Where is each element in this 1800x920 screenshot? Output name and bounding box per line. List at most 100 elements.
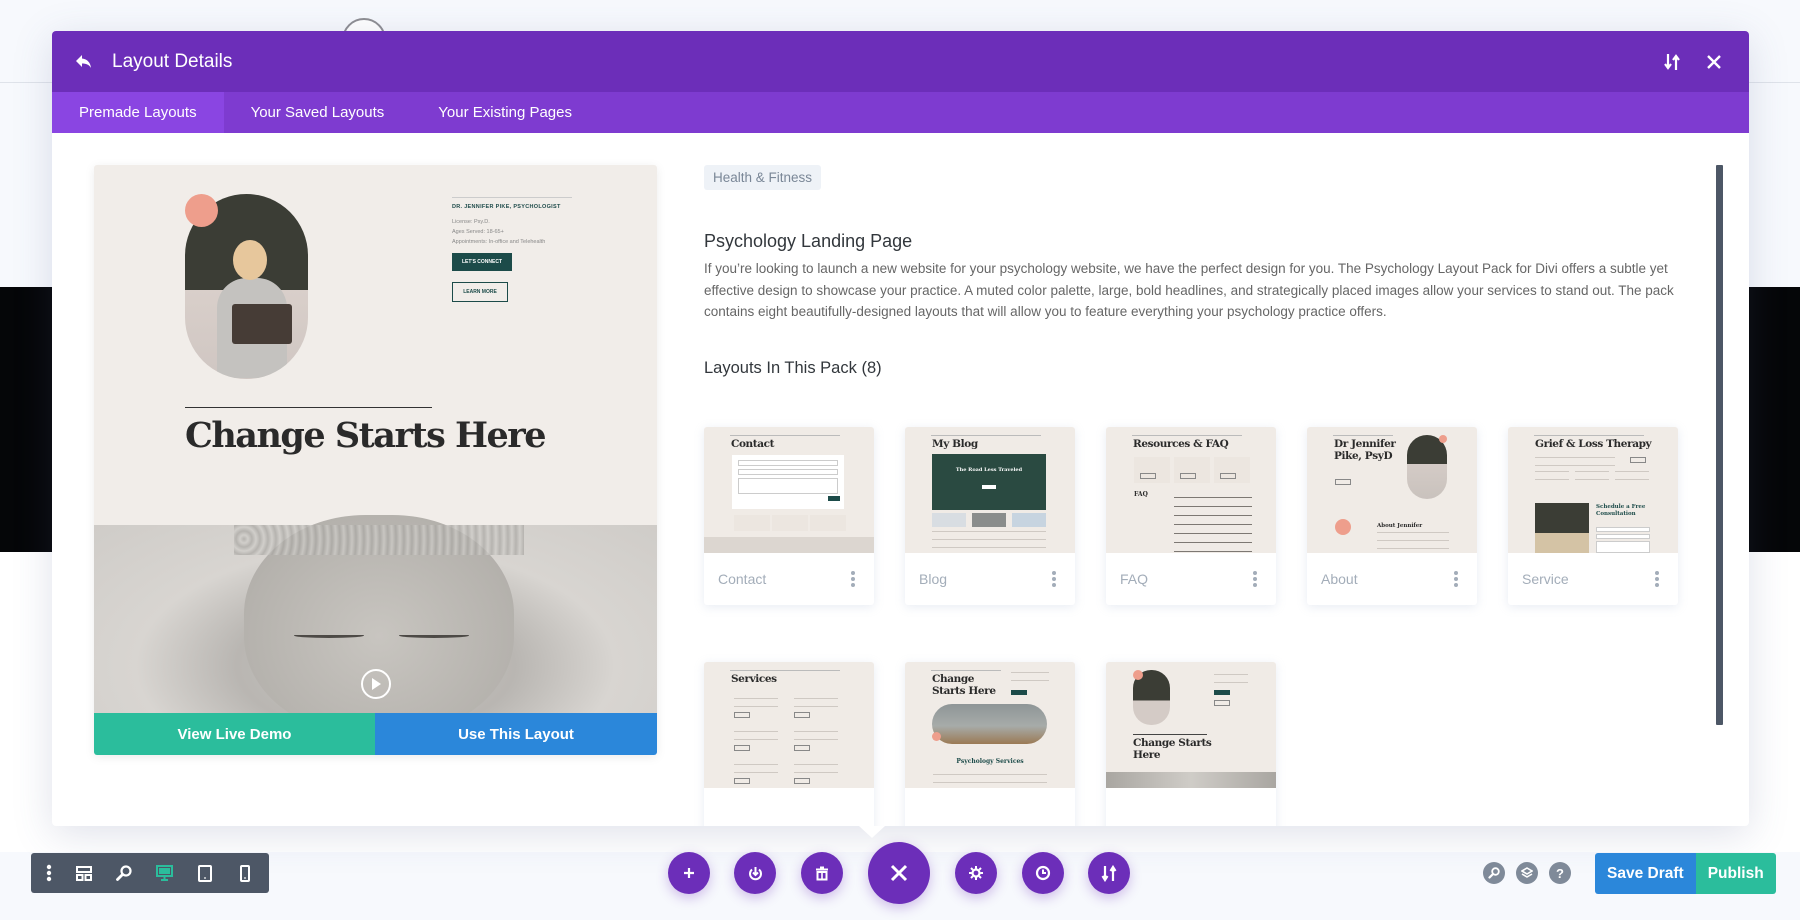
desktop-view-button[interactable] — [144, 853, 184, 893]
history-button[interactable] — [1022, 852, 1064, 894]
use-this-layout-button[interactable]: Use This Layout — [375, 713, 657, 755]
layout-thumbnail: Resources & FAQ FAQ — [1106, 427, 1276, 553]
portability-button[interactable] — [1657, 47, 1687, 77]
tab-existing-pages[interactable]: Your Existing Pages — [411, 92, 599, 133]
layout-details-modal: Layout Details Premade Layouts Your Save… — [52, 31, 1749, 826]
layout-thumbnail: Dr Jennifer Pike, PsyD About Jennifer — [1307, 427, 1477, 553]
layout-preview: Change Starts Here DR. JENNIFER PIKE, PS… — [94, 165, 657, 755]
history-icon — [1035, 865, 1051, 881]
wireframe-view-button[interactable] — [64, 853, 104, 893]
zoom-view-button[interactable] — [104, 853, 144, 893]
preview-rule — [185, 407, 432, 408]
layout-card-services[interactable]: Services — [704, 662, 874, 826]
layout-thumbnail: Change Starts Here Psychology Services — [905, 662, 1075, 788]
tab-premade-layouts[interactable]: Premade Layouts — [52, 92, 224, 133]
tab-saved-layouts[interactable]: Your Saved Layouts — [224, 92, 412, 133]
portability-icon — [1101, 864, 1117, 882]
layout-card-landing[interactable]: Change Starts Here — [1106, 662, 1276, 826]
more-vertical-icon — [47, 864, 52, 882]
phone-icon — [239, 864, 250, 882]
tablet-icon — [197, 864, 212, 882]
layout-description: If you’re looking to launch a new websit… — [704, 261, 1674, 319]
preview-statue-image — [94, 515, 657, 735]
zoom-icon — [116, 865, 132, 881]
settings-icon — [969, 866, 983, 880]
modal-pointer — [859, 826, 885, 838]
layout-card-home[interactable]: Change Starts Here Psychology Services — [905, 662, 1075, 826]
view-live-demo-button[interactable]: View Live Demo — [94, 713, 375, 755]
back-arrow-icon — [76, 54, 91, 68]
portability-toolbar-button[interactable] — [1088, 852, 1130, 894]
preview-doctor-name: DR. JENNIFER PIKE, PSYCHOLOGIST — [452, 204, 561, 210]
wireframe-icon — [75, 865, 92, 881]
layout-card-blog[interactable]: My Blog The Road Less Traveled Blog — [905, 427, 1075, 605]
preview-info-line: License: Psy.D. — [452, 219, 490, 225]
close-icon — [890, 864, 908, 882]
view-mode-toolbar — [31, 853, 269, 893]
close-modal-button[interactable] — [1699, 47, 1729, 77]
preview-headline: Change Starts Here — [185, 415, 547, 456]
save-draft-button[interactable]: Save Draft — [1595, 853, 1696, 894]
preview-hero: Change Starts Here DR. JENNIFER PIKE, PS… — [94, 165, 657, 525]
modal-tabs: Premade Layouts Your Saved Layouts Your … — [52, 92, 1749, 133]
preview-accent-dot — [185, 194, 218, 227]
more-options-icon[interactable] — [1650, 569, 1664, 589]
phone-view-button[interactable] — [225, 853, 265, 893]
layout-card-name: Blog — [919, 571, 948, 587]
layout-thumbnail: Contact — [704, 427, 874, 553]
search-button[interactable] — [1483, 862, 1505, 884]
layout-card-name: Service — [1522, 571, 1569, 587]
modal-header: Layout Details — [52, 31, 1749, 92]
tablet-view-button[interactable] — [185, 853, 225, 893]
layout-thumbnail: Grief & Loss Therapy Schedule a Free Con… — [1508, 427, 1678, 553]
load-icon — [748, 866, 762, 880]
scrollbar[interactable] — [1716, 165, 1723, 725]
page-settings-button[interactable] — [955, 852, 997, 894]
zoom-icon — [1488, 867, 1500, 879]
preview-info-line: Ages Served: 18-65+ — [452, 229, 504, 235]
modal-body: Change Starts Here DR. JENNIFER PIKE, PS… — [52, 133, 1749, 826]
pack-heading: Layouts In This Pack (8) — [704, 358, 882, 377]
more-options-icon[interactable] — [846, 569, 860, 589]
layers-icon — [1521, 867, 1533, 878]
more-options-icon[interactable] — [1449, 569, 1463, 589]
layout-card-service[interactable]: Grief & Loss Therapy Schedule a Free Con… — [1508, 427, 1678, 605]
layout-thumbnail: My Blog The Road Less Traveled — [905, 427, 1075, 553]
help-button[interactable]: ? — [1549, 862, 1571, 884]
layout-card-faq[interactable]: Resources & FAQ FAQ FAQ — [1106, 427, 1276, 605]
publish-button[interactable]: Publish — [1695, 853, 1776, 894]
preview-info: DR. JENNIFER PIKE, PSYCHOLOGIST License:… — [452, 197, 572, 302]
preview-connect-button: LET'S CONNECT — [452, 253, 512, 271]
help-icon: ? — [1556, 865, 1564, 881]
category-tag[interactable]: Health & Fitness — [704, 165, 822, 190]
layout-thumbnail: Change Starts Here — [1106, 662, 1276, 788]
back-button[interactable] — [72, 50, 96, 74]
save-actions: Save Draft Publish — [1595, 853, 1776, 894]
layout-card-name: FAQ — [1120, 571, 1149, 587]
layout-title: Psychology Landing Page — [704, 231, 913, 251]
sort-arrows-icon — [1664, 53, 1680, 70]
trash-icon — [816, 866, 828, 880]
preview-info-line: Appointments: In-office and Telehealth — [452, 239, 546, 245]
add-button[interactable] — [668, 852, 710, 894]
layout-card-name: Contact — [718, 571, 767, 587]
layout-details: Health & Fitness Psychology Landing Page… — [704, 165, 1734, 378]
play-video-button[interactable] — [361, 669, 391, 699]
load-layout-button[interactable] — [734, 852, 776, 894]
more-options-icon[interactable] — [1047, 569, 1061, 589]
close-toolbar-button[interactable] — [868, 842, 930, 904]
layout-card-contact[interactable]: Contact Contact — [704, 427, 874, 605]
play-icon — [372, 678, 381, 690]
layers-button[interactable] — [1516, 862, 1538, 884]
close-icon — [1707, 54, 1721, 69]
layout-card-name: About — [1321, 571, 1358, 587]
add-icon — [684, 868, 694, 878]
layout-thumbnail: Services — [704, 662, 874, 788]
layout-card-about[interactable]: Dr Jennifer Pike, PsyD About Jennifer Ab… — [1307, 427, 1477, 605]
toolbar-menu-button[interactable] — [35, 853, 64, 893]
preview-learn-button: LEARN MORE — [452, 282, 508, 302]
more-options-icon[interactable] — [1248, 569, 1262, 589]
desktop-icon — [155, 865, 173, 881]
modal-title: Layout Details — [112, 50, 233, 72]
clear-layout-button[interactable] — [801, 852, 843, 894]
